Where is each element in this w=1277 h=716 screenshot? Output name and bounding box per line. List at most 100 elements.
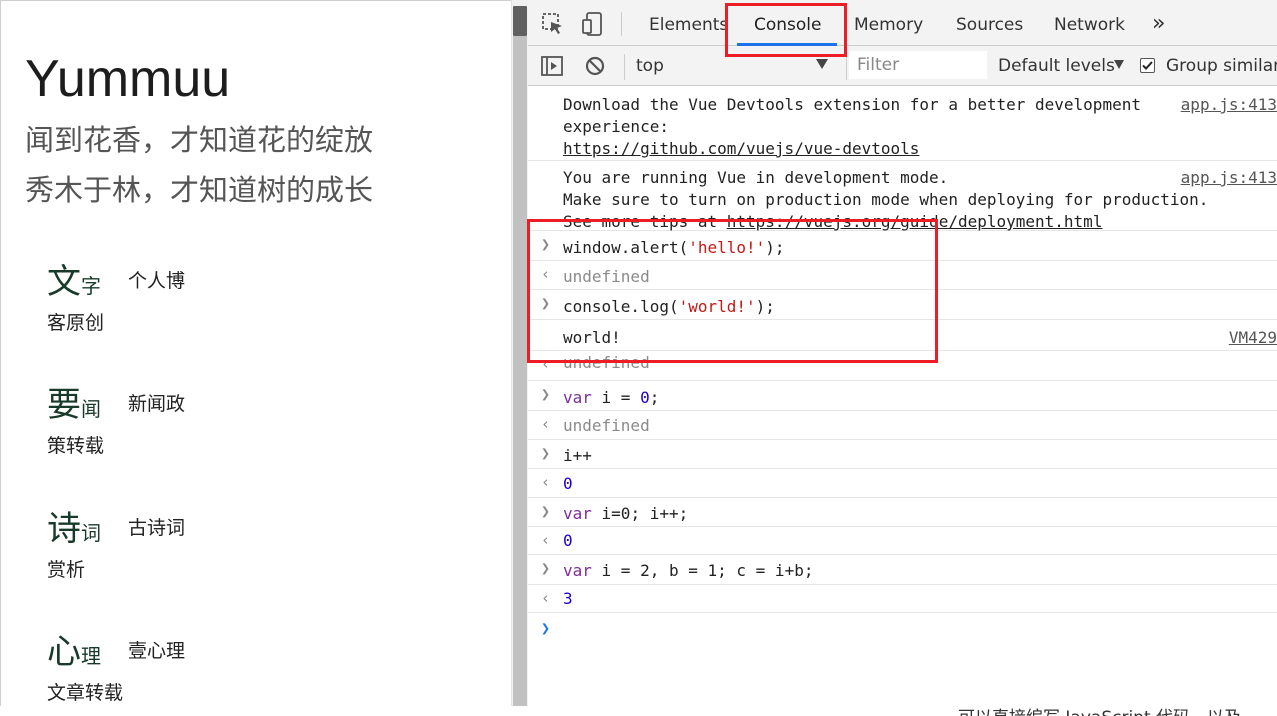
toolbar-separator (846, 54, 847, 80)
scrollbar-thumb[interactable] (513, 6, 527, 36)
input-code: console.log('world!'); (563, 297, 775, 316)
chevron-right-icon: ❯ (541, 235, 551, 253)
input-code: i++ (563, 446, 592, 465)
message-text: See more tips at https://vuejs.org/guide… (563, 211, 1102, 233)
category-title-big: 要 (47, 385, 81, 425)
tab-memory[interactable]: Memory (854, 0, 923, 46)
devtools-link[interactable]: https://github.com/vuejs/vue-devtools (563, 138, 919, 160)
category-yaowen[interactable]: 要闻 新闻政 策转载 (47, 377, 227, 457)
result-value: undefined (563, 353, 650, 372)
inspect-element-icon[interactable] (540, 11, 566, 37)
tab-sources[interactable]: Sources (956, 0, 1023, 46)
more-tabs-icon[interactable]: » (1152, 0, 1165, 46)
category-desc-cont: 文章转载 (47, 682, 124, 704)
console-input-row: ❯ i++ (528, 440, 1277, 469)
category-desc: 古诗词 (128, 517, 186, 539)
category-title-small: 闻 (81, 397, 101, 421)
category-desc-cont: 策转载 (47, 435, 105, 457)
result-value: undefined (563, 416, 650, 435)
category-desc-cont: 赏析 (47, 559, 86, 581)
console-message: You are running Vue in development mode.… (528, 161, 1277, 231)
tab-console[interactable]: Console (754, 0, 822, 46)
category-title-small: 词 (81, 521, 101, 545)
chevron-right-icon: ❯ (541, 559, 551, 577)
console-input-row: ❯ var i=0; i++; (528, 498, 1277, 527)
input-code: var i = 0; (563, 388, 660, 407)
device-toolbar-icon[interactable] (580, 11, 606, 37)
category-xinli[interactable]: 心理 壹心理 文章转载 (47, 624, 227, 704)
console-result-row: ‹ undefined (528, 351, 1277, 381)
check-icon (1142, 61, 1153, 70)
message-text: You are running Vue in development mode. (563, 168, 949, 187)
result-value: undefined (563, 267, 650, 286)
result-value: 0 (563, 474, 573, 493)
message-text-prefix: See more tips at (563, 212, 727, 231)
toolbar-separator (621, 12, 622, 36)
bottom-text: 可以直接编写 JavaScript 代码，以及 (958, 703, 1241, 716)
context-select[interactable]: top (628, 52, 838, 80)
message-text: experience: (563, 117, 669, 136)
category-title-small: 理 (81, 644, 101, 668)
console-message: Download the Vue Devtools extension for … (528, 87, 1277, 161)
console-output: Download the Vue Devtools extension for … (528, 87, 1277, 716)
console-result-row: ‹ 3 (528, 585, 1277, 613)
chevron-right-icon: ❯ (541, 294, 551, 312)
return-arrow-icon: ‹ (541, 473, 551, 491)
chevron-down-icon[interactable] (816, 59, 828, 69)
message-text: Download the Vue Devtools extension for … (563, 95, 1141, 114)
category-wenzi[interactable]: 文字 个人博 客原创 (47, 254, 227, 334)
tab-elements[interactable]: Elements (649, 0, 728, 46)
console-result-row: ‹ 0 (528, 469, 1277, 498)
category-title-big: 心 (47, 632, 81, 672)
tagline-line-1: 闻到花香，才知道花的绽放 (25, 123, 374, 157)
console-input-row: ❯ window.alert('hello!'); (528, 231, 1277, 261)
category-title-big: 诗 (47, 509, 81, 549)
category-desc: 壹心理 (128, 640, 186, 662)
console-log-row: world! VM429 (528, 320, 1277, 351)
console-result-row: ‹ 0 (528, 527, 1277, 555)
filter-input[interactable] (849, 51, 987, 79)
toolbar-separator (624, 54, 625, 80)
default-levels-dropdown[interactable]: Default levels (998, 52, 1115, 80)
return-arrow-icon: ‹ (541, 265, 551, 283)
console-prompt[interactable]: ❯ (528, 613, 1277, 653)
site-title: Yummuu (25, 50, 231, 108)
show-sidebar-icon[interactable] (540, 54, 564, 78)
result-value: 3 (563, 589, 573, 608)
category-shici[interactable]: 诗词 古诗词 赏析 (47, 501, 227, 581)
category-desc: 个人博 (128, 270, 186, 292)
web-page: Yummuu 闻到花香，才知道花的绽放 秀木于林，才知道树的成长 文字 个人博 … (0, 0, 511, 716)
chevron-right-icon: ❯ (541, 444, 551, 462)
return-arrow-icon: ‹ (541, 531, 551, 549)
category-title-big: 文 (47, 262, 81, 302)
devtools-panel: Elements Console Memory Sources Network … (528, 0, 1277, 716)
tab-network[interactable]: Network (1054, 0, 1125, 46)
scrollbar-track[interactable] (513, 36, 527, 706)
group-similar-checkbox[interactable] (1140, 58, 1155, 73)
console-result-row: ‹ undefined (528, 261, 1277, 290)
console-input-row: ❯ console.log('world!'); (528, 290, 1277, 320)
source-link[interactable]: app.js:413 (1181, 94, 1277, 116)
source-link[interactable]: app.js:413 (1181, 167, 1277, 189)
group-similar-label: Group similar (1166, 56, 1277, 76)
console-toolbar: top Default levels Group similar (528, 46, 1277, 86)
clear-console-icon[interactable] (583, 54, 607, 78)
result-value: 0 (563, 531, 573, 550)
source-link[interactable]: VM429 (1229, 327, 1277, 349)
input-code: window.alert('hello!'); (563, 238, 785, 257)
chevron-right-icon: ❯ (541, 385, 551, 403)
return-arrow-icon: ‹ (541, 589, 551, 607)
page-scrollbar[interactable] (511, 0, 528, 716)
console-result-row: ‹ undefined (528, 411, 1277, 440)
category-desc-cont: 客原创 (47, 312, 105, 334)
devtools-tabbar: Elements Console Memory Sources Network … (528, 0, 1277, 46)
category-title-small: 字 (81, 274, 101, 298)
prompt-chevron-icon: ❯ (541, 619, 551, 637)
chevron-down-icon[interactable] (1114, 60, 1124, 69)
deployment-link[interactable]: https://vuejs.org/guide/deployment.html (727, 212, 1103, 231)
log-value: world! (563, 328, 621, 347)
return-arrow-icon: ‹ (541, 415, 551, 433)
return-arrow-icon: ‹ (541, 355, 551, 373)
console-input-row: ❯ var i = 2, b = 1; c = i+b; (528, 555, 1277, 585)
tagline-line-2: 秀木于林，才知道树的成长 (25, 173, 374, 207)
